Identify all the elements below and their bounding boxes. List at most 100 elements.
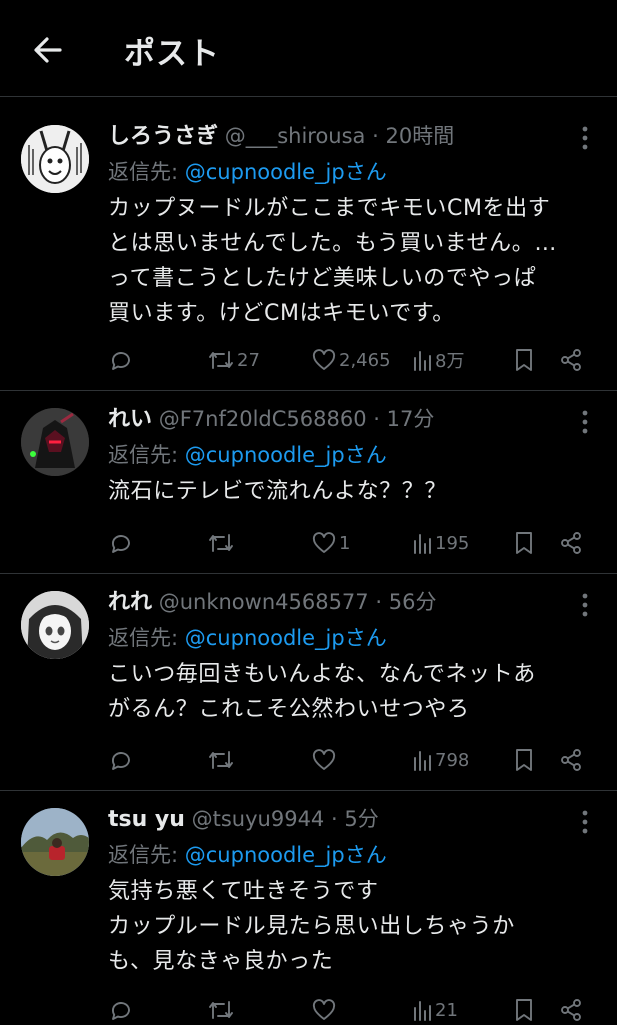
view-count: 21 [435,999,458,1021]
mention-link[interactable]: @cupnoodle_jpさん [185,843,387,867]
share-icon [561,532,581,554]
share-button[interactable] [559,745,583,775]
repost-button[interactable]: 27 [208,345,260,375]
repost-button[interactable] [208,745,237,775]
avatar[interactable] [21,591,89,659]
post-text: カップヌードルがここまでキモいCMを出す とは思いませんでした。もう買いません。… [108,191,583,331]
separator-dot: · [372,124,379,148]
reply-prefix: 返信先: [108,160,185,184]
post-text-line: 流石にテレビで流れんよな？？？ [108,479,448,504]
bookmark-button[interactable] [513,745,535,775]
avatar[interactable] [21,808,89,876]
view-count: 8万 [435,351,465,372]
user-handle[interactable]: @unknown4568577 [159,590,369,614]
reply-context: 返信先: @cupnoodle_jpさん [108,439,583,471]
reply-context: 返信先: @cupnoodle_jpさん [108,839,583,871]
page-title: ポスト [124,36,220,72]
more-options-icon[interactable] [575,591,595,619]
reply-post[interactable]: tsu yu @tsuyu9944 · 5分 返信先: @cupnoodle_j… [0,791,617,1024]
display-name[interactable]: れい [108,407,152,432]
post-text-line: カップヌードルがここまでキモいCMを出す [108,196,551,221]
share-button[interactable] [559,995,583,1025]
user-handle[interactable]: @tsuyu9944 [192,807,325,831]
bookmark-button[interactable] [513,345,535,375]
repost-button[interactable] [208,995,237,1025]
action-bar: 798 [108,745,617,775]
avatar-outdoor-photo-icon [21,808,89,876]
like-button[interactable]: 1 [312,528,350,558]
like-count: 1 [339,532,351,554]
display-name[interactable]: tsu yu [108,807,185,832]
share-icon [561,749,581,771]
top-bar: ポスト [0,0,617,100]
avatar[interactable] [21,125,89,193]
more-options-icon[interactable] [575,808,595,836]
repost-icon [209,351,233,369]
reply-button[interactable] [108,528,132,558]
timestamp[interactable]: 5分 [344,807,378,831]
post-meta: れい @F7nf20ldC568860 · 17分 [108,403,583,435]
reply-post[interactable]: しろうさぎ @___shirousa · 20時間 返信先: @cupnoodl… [0,110,617,391]
divider [0,96,617,97]
post-text-line: 気持ち悪くて吐きそうです [108,879,379,904]
reply-context: 返信先: @cupnoodle_jpさん [108,156,583,188]
user-handle[interactable]: @___shirousa [225,124,366,148]
share-button[interactable] [559,345,583,375]
views-button[interactable]: 195 [412,528,469,558]
reply-button[interactable] [108,745,132,775]
share-button[interactable] [559,528,583,558]
like-button[interactable] [312,745,339,775]
reply-button[interactable] [108,995,132,1025]
reply-icon [112,1002,130,1020]
views-button[interactable]: 8万 [412,345,464,375]
repost-count: 27 [237,349,260,371]
reply-prefix: 返信先: [108,843,185,867]
more-options-icon[interactable] [575,408,595,436]
views-chart-icon [414,351,431,371]
timestamp[interactable]: 20時間 [386,124,455,148]
separator-dot: · [330,807,338,831]
reply-button[interactable] [108,345,132,375]
more-options-icon[interactable] [575,124,595,152]
reply-prefix: 返信先: [108,443,185,467]
share-icon [561,999,581,1021]
separator-dot: · [373,407,380,431]
views-button[interactable]: 21 [412,995,458,1025]
reply-post[interactable]: れれ @unknown4568577 · 56分 返信先: @cupnoodle… [0,574,617,791]
views-chart-icon [414,534,431,554]
reply-post[interactable]: れい @F7nf20ldC568860 · 17分 返信先: @cupnoodl… [0,391,617,574]
share-icon [561,349,581,371]
user-handle[interactable]: @F7nf20ldC568860 [159,407,367,431]
post-text-line: も、見なきゃ良かった [108,949,334,974]
avatar[interactable] [21,408,89,476]
timestamp[interactable]: 56分 [389,590,437,614]
post-meta: しろうさぎ @___shirousa · 20時間 [108,120,583,152]
mention-link[interactable]: @cupnoodle_jpさん [185,160,387,184]
heart-icon [312,532,336,553]
timestamp[interactable]: 17分 [387,407,435,431]
bookmark-icon [516,349,532,371]
views-button[interactable]: 798 [412,745,469,775]
repost-button[interactable] [208,528,237,558]
avatar-robot-icon [21,408,89,476]
mention-link[interactable]: @cupnoodle_jpさん [185,443,387,467]
action-bar: 27 2,465 8万 [108,345,617,375]
display-name[interactable]: れれ [108,590,152,615]
action-bar: 21 [108,995,617,1025]
like-button[interactable] [312,995,339,1025]
avatar-anime-icon [21,591,89,659]
heart-icon [312,749,336,770]
post-text-line: カップルードル見たら思い出しちゃうか [108,914,515,939]
display-name[interactable]: しろうさぎ [108,124,218,149]
reply-icon [112,752,130,770]
post-text: 気持ち悪くて吐きそうです カップルードル見たら思い出しちゃうか も、見なきゃ良か… [108,874,583,979]
mention-link[interactable]: @cupnoodle_jpさん [185,626,387,650]
repost-icon [209,1001,233,1019]
repost-icon [209,534,233,552]
bookmark-button[interactable] [513,995,535,1025]
bookmark-button[interactable] [513,528,535,558]
view-count: 195 [435,532,470,554]
reply-prefix: 返信先: [108,626,185,650]
like-button[interactable]: 2,465 [312,345,391,375]
back-arrow-icon[interactable] [30,32,66,68]
